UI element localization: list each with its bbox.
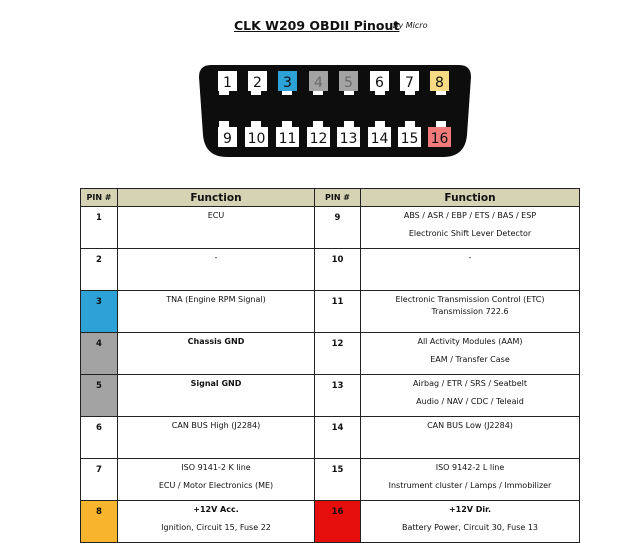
pin-2-label: 2: [253, 75, 262, 91]
pin-14-label: 14: [371, 131, 389, 147]
header-function-left: Function: [117, 188, 315, 207]
table-row: 4 Chassis GND 12 All Activity Modules (A…: [80, 332, 580, 375]
function-line: +12V Dir.: [448, 505, 492, 514]
table-row: 6 CAN BUS High (J2284) 14 CAN BUS Low (J…: [80, 416, 580, 459]
function-cell: ISO 9141-2 K line ECU / Motor Electronics…: [117, 458, 315, 501]
function-cell: +12V Dir. Battery Power, Circuit 30, Fuse…: [360, 500, 580, 543]
function-cell: -: [117, 248, 315, 291]
pin-number-cell: 13: [314, 374, 361, 417]
function-line: Signal GND: [190, 379, 242, 388]
function-cell: -: [360, 248, 580, 291]
table-row: 3 TNA (Engine RPM Signal) 11 Electronic …: [80, 290, 580, 333]
table-row: 8 +12V Acc. Ignition, Circuit 15, Fuse 22…: [80, 500, 580, 543]
page-title: CLK W209 OBDII Pinout: [234, 18, 400, 33]
function-cell: All Activity Modules (AAM) EAM / Transfer…: [360, 332, 580, 375]
pin-number-cell: 2: [80, 248, 118, 291]
pin-number-cell: 7: [80, 458, 118, 501]
function-line: ECU: [207, 211, 225, 220]
header-function-right: Function: [360, 188, 580, 207]
pin-number-cell: 6: [80, 416, 118, 459]
table-row: 1 ECU 9 ABS / ASR / EBP / ETS / BAS / ES…: [80, 206, 580, 249]
function-cell: ABS / ASR / EBP / ETS / BAS / ESP Electro…: [360, 206, 580, 249]
pin-number-cell: 12: [314, 332, 361, 375]
function-line: Transmission 722.6: [431, 307, 509, 316]
function-cell: ISO 9142-2 L line Instrument cluster / La…: [360, 458, 580, 501]
pin-8-label: 8: [435, 75, 444, 91]
function-cell: CAN BUS High (J2284): [117, 416, 315, 459]
function-line: CAN BUS Low (J2284): [427, 421, 513, 430]
pinout-table: PIN # Function PIN # Function 1 ECU 9 AB…: [80, 188, 580, 543]
function-line: TNA (Engine RPM Signal): [166, 295, 266, 304]
function-cell: Signal GND: [117, 374, 315, 417]
function-line: ISO 9142-2 L line: [435, 463, 505, 472]
header-pin-right: PIN #: [314, 188, 361, 207]
obd2-connector: 1 2 3 4 5 6 7 8 9 10 11 12 13 14 15 16: [199, 65, 471, 157]
pin-number-cell: 1: [80, 206, 118, 249]
function-cell: Chassis GND: [117, 332, 315, 375]
table-header-row: PIN # Function PIN # Function: [80, 188, 580, 207]
function-cell: TNA (Engine RPM Signal): [117, 290, 315, 333]
function-line: ABS / ASR / EBP / ETS / BAS / ESP: [403, 211, 537, 220]
byline: By Micro: [393, 21, 428, 30]
pin-number-cell-gray: 5: [80, 374, 118, 417]
function-cell: CAN BUS Low (J2284): [360, 416, 580, 459]
function-line: Electronic Transmission Control (ETC): [395, 295, 545, 304]
function-line: -: [214, 253, 218, 262]
function-line: EAM / Transfer Case: [430, 355, 510, 364]
pin-4-label: 4: [314, 75, 323, 91]
function-line: +12V Acc.: [193, 505, 239, 514]
function-line: Audio / NAV / CDC / Teleaid: [416, 397, 524, 406]
function-line: -: [468, 253, 472, 262]
pin-number-cell-red: 16: [314, 500, 361, 543]
pin-6-label: 6: [375, 75, 384, 91]
function-line: Electronic Shift Lever Detector: [408, 229, 532, 238]
header-pin-left: PIN #: [80, 188, 118, 207]
pin-3-label: 3: [283, 75, 292, 91]
pin-10-label: 10: [248, 131, 266, 147]
pin-number-cell: 14: [314, 416, 361, 459]
pin-number-cell: 9: [314, 206, 361, 249]
pin-number-cell-blue: 3: [80, 290, 118, 333]
function-cell: Airbag / ETR / SRS / Seatbelt Audio / NAV…: [360, 374, 580, 417]
pin-15-label: 15: [401, 131, 419, 147]
function-line: CAN BUS High (J2284): [171, 421, 261, 430]
pin-7-label: 7: [405, 75, 414, 91]
function-line: ECU / Motor Electronics (ME): [158, 481, 274, 490]
function-line: ISO 9141-2 K line: [181, 463, 251, 472]
function-cell: ECU: [117, 206, 315, 249]
pin-12-label: 12: [310, 131, 328, 147]
function-line: All Activity Modules (AAM): [417, 337, 523, 346]
pin-number-cell-gray: 4: [80, 332, 118, 375]
function-line: Instrument cluster / Lamps / Immobilizer: [388, 481, 552, 490]
table-row: 5 Signal GND 13 Airbag / ETR / SRS / Sea…: [80, 374, 580, 417]
function-line: Airbag / ETR / SRS / Seatbelt: [413, 379, 527, 388]
pin-13-label: 13: [340, 131, 358, 147]
table-row: 2 - 10 -: [80, 248, 580, 291]
pin-5-label: 5: [344, 75, 353, 91]
title-row: CLK W209 OBDII Pinout By Micro: [0, 18, 637, 38]
pin-1-label: 1: [223, 75, 232, 91]
pin-number-cell-orange: 8: [80, 500, 118, 543]
function-line: Ignition, Circuit 15, Fuse 22: [161, 523, 271, 532]
function-line: Chassis GND: [187, 337, 245, 346]
pin-number-cell: 10: [314, 248, 361, 291]
function-cell: +12V Acc. Ignition, Circuit 15, Fuse 22: [117, 500, 315, 543]
pin-number-cell: 15: [314, 458, 361, 501]
pin-16-label: 16: [431, 131, 449, 147]
pin-11-label: 11: [279, 131, 297, 147]
function-line: Battery Power, Circuit 30, Fuse 13: [401, 523, 539, 532]
table-row: 7 ISO 9141-2 K line ECU / Motor Electroni…: [80, 458, 580, 501]
pin-number-cell: 11: [314, 290, 361, 333]
function-cell: Electronic Transmission Control (ETC) Tra…: [360, 290, 580, 333]
pin-9-label: 9: [223, 131, 232, 147]
